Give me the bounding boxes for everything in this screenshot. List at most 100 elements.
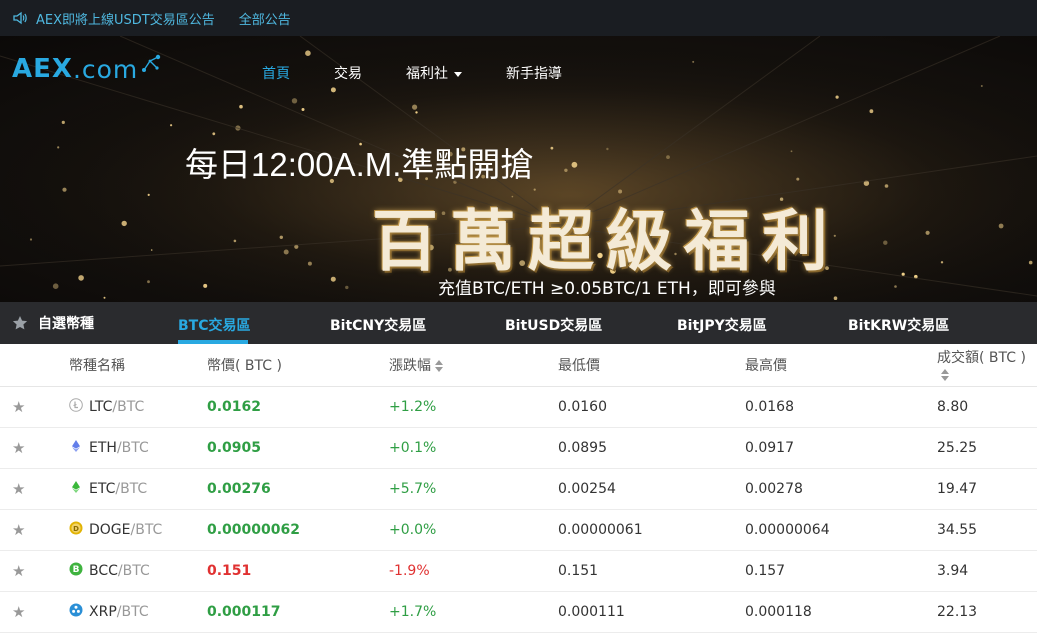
sparkle-dot <box>150 249 153 251</box>
sparkle-dot <box>239 104 243 109</box>
coin-low: 0.00254 <box>557 468 744 510</box>
coin-change: +0.1% <box>388 427 557 469</box>
notice-link[interactable]: AEX即將上線USDT交易區公告 <box>36 9 215 28</box>
coin-high: 0.000118 <box>744 591 936 633</box>
logo-network-icon <box>142 54 161 72</box>
coin-pair[interactable]: ETC/BTC <box>69 480 147 498</box>
header-change[interactable]: 漲跌幅 <box>388 344 557 387</box>
tab-btc[interactable]: BTC交易區 <box>178 315 251 335</box>
header-change-label: 漲跌幅 <box>389 358 431 374</box>
coin-price: 0.151 <box>206 550 388 592</box>
sparkle-dot <box>283 249 289 255</box>
bitcoin-cash-icon: B <box>69 562 83 580</box>
favorite-star-icon[interactable]: ★ <box>12 398 25 416</box>
table-header-row: 幣種名稱 幣價( BTC ) 漲跌幅 最低價 最高價 成交額( BTC ) <box>0 344 1037 387</box>
coin-symbol: BCC <box>89 563 118 579</box>
coin-high: 0.00278 <box>744 468 936 510</box>
coin-volume: 3.94 <box>936 550 1037 592</box>
hero-banner: AEX .com 首頁 交易 福利社 新手指導 每日12:00A.M.準點開搶 百… <box>0 36 1037 302</box>
header-spacer <box>0 344 68 387</box>
tab-bitkrw[interactable]: BitKRW交易區 <box>848 315 949 335</box>
favorite-star-icon[interactable]: ★ <box>12 562 25 580</box>
coin-base: /BTC <box>130 522 163 538</box>
main-nav: 首頁 交易 福利社 新手指導 <box>262 63 562 83</box>
coin-volume: 8.80 <box>936 386 1037 428</box>
table-row[interactable]: ★ D DOGE/BTC 0.00000062 +0.0% 0.00000061 0.000… <box>0 509 1037 551</box>
coin-low: 0.151 <box>557 550 744 592</box>
coin-high: 0.0917 <box>744 427 936 469</box>
coin-low: 0.000111 <box>557 591 744 633</box>
tab-bitcny[interactable]: BitCNY交易區 <box>330 315 426 335</box>
coin-pair[interactable]: LTC/BTC <box>69 398 144 416</box>
star-icon <box>12 316 28 330</box>
favorite-star-icon[interactable]: ★ <box>12 603 25 621</box>
coin-low: 0.0895 <box>557 427 744 469</box>
aex-logo[interactable]: AEX .com <box>12 54 162 84</box>
ethereum-classic-icon <box>69 480 83 498</box>
coin-price: 0.0162 <box>206 386 388 428</box>
header-high[interactable]: 最高價 <box>744 344 936 387</box>
sparkle-dot <box>869 109 874 114</box>
litecoin-icon <box>69 398 83 416</box>
tab-bitjpy[interactable]: BitJPY交易區 <box>677 315 767 335</box>
logo-suffix: .com <box>72 54 139 84</box>
table-row[interactable]: ★ LTC/BTC 0.0162 +1.2% 0.0160 0.0168 8.80 <box>0 386 1037 428</box>
tab-bitusd[interactable]: BitUSD交易區 <box>505 315 602 335</box>
nav-home[interactable]: 首頁 <box>262 63 290 83</box>
coin-price: 0.00276 <box>206 468 388 510</box>
coin-change: +1.7% <box>388 591 557 633</box>
header-low[interactable]: 最低價 <box>557 344 744 387</box>
table-row[interactable]: ★ B BCC/BTC 0.151 -1.9% 0.151 0.157 3.94 <box>0 550 1037 592</box>
banner-subtitle: 充值BTC/ETH ≥0.05BTC/1 ETH，即可參與 <box>438 279 776 299</box>
coin-symbol: ETC <box>89 481 116 497</box>
coin-pair[interactable]: B BCC/BTC <box>69 562 150 580</box>
tab-favorites[interactable]: 自選幣種 <box>12 313 94 333</box>
sparkle-dot <box>833 296 838 301</box>
coin-base: /BTC <box>117 563 150 579</box>
market-table: 幣種名稱 幣價( BTC ) 漲跌幅 最低價 最高價 成交額( BTC ) ★ L… <box>0 344 1037 633</box>
sparkle-dot <box>883 240 888 245</box>
header-price[interactable]: 幣價( BTC ) <box>206 344 388 387</box>
sort-icon <box>435 359 444 373</box>
banner-headline: 每日12:00A.M.準點開搶 <box>185 146 534 183</box>
table-row[interactable]: ★ XRP/BTC 0.000117 +1.7% 0.000111 0.000118 22.… <box>0 591 1037 633</box>
sparkle-dot <box>78 275 84 281</box>
table-row[interactable]: ★ ETC/BTC 0.00276 +5.7% 0.00254 0.00278 19.47 <box>0 468 1037 510</box>
coin-pair[interactable]: D DOGE/BTC <box>69 521 162 539</box>
coin-base: /BTC <box>116 604 149 620</box>
favorite-star-icon[interactable]: ★ <box>12 439 25 457</box>
dogecoin-icon: D <box>69 521 83 539</box>
nav-welfare-dropdown[interactable]: 福利社 <box>406 63 462 83</box>
favorite-star-icon[interactable]: ★ <box>12 521 25 539</box>
coin-low: 0.00000061 <box>557 509 744 551</box>
sparkle-dot <box>279 235 283 239</box>
coin-pair[interactable]: XRP/BTC <box>69 603 149 621</box>
table-row[interactable]: ★ ETH/BTC 0.0905 +0.1% 0.0895 0.0917 25.25 <box>0 427 1037 469</box>
coin-volume: 25.25 <box>936 427 1037 469</box>
sparkle-dot <box>291 98 298 104</box>
coin-price: 0.000117 <box>206 591 388 633</box>
coin-volume: 22.13 <box>936 591 1037 633</box>
sparkle-dot <box>147 193 150 196</box>
ethereum-icon <box>69 439 83 457</box>
nav-trade[interactable]: 交易 <box>334 63 362 83</box>
favorite-star-icon[interactable]: ★ <box>12 480 25 498</box>
coin-base: /BTC <box>115 481 148 497</box>
sparkle-dot <box>692 60 695 63</box>
caret-down-icon <box>454 71 462 77</box>
coin-volume: 34.55 <box>936 509 1037 551</box>
sparkle-dot <box>412 104 418 110</box>
nav-guide[interactable]: 新手指導 <box>506 63 562 83</box>
all-notices-link[interactable]: 全部公告 <box>239 9 291 28</box>
sparkle-dot <box>62 187 67 192</box>
header-volume-label: 成交額( BTC ) <box>937 350 1026 366</box>
sparkle-dot <box>121 220 127 227</box>
sparkle-dot <box>52 283 59 289</box>
svg-text:D: D <box>73 525 79 533</box>
coin-base: /BTC <box>116 440 149 456</box>
coin-pair[interactable]: ETH/BTC <box>69 439 149 457</box>
nav-welfare-label: 福利社 <box>406 66 448 82</box>
speaker-icon <box>12 10 28 26</box>
header-coin: 幣種名稱 <box>68 344 206 387</box>
header-volume[interactable]: 成交額( BTC ) <box>936 344 1037 387</box>
